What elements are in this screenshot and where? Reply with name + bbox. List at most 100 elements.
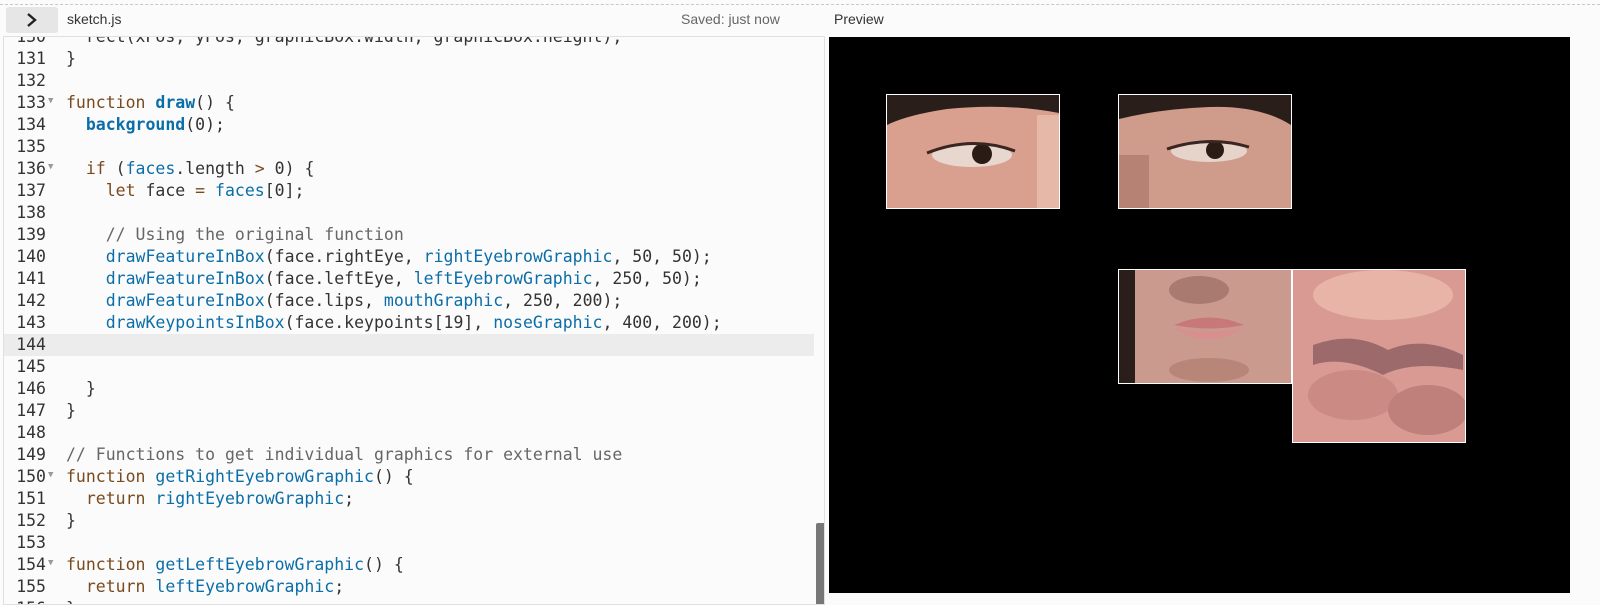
code-line[interactable]: 150 ▼ function getRightEyebrowGraphic() { bbox=[4, 466, 814, 488]
code-token: drawKeypointsInBox bbox=[105, 313, 285, 332]
fold-toggle-icon[interactable]: ▼ bbox=[48, 160, 53, 174]
code-token: (face.keypoints[19], bbox=[284, 313, 494, 332]
code-line[interactable]: 144 bbox=[4, 334, 814, 356]
code-line[interactable]: 154 ▼ function getLeftEyebrowGraphic() { bbox=[4, 554, 814, 576]
code-token: ; bbox=[334, 577, 345, 596]
code-line[interactable]: 155 return leftEyebrowGraphic; bbox=[4, 576, 814, 598]
code-line[interactable]: 132 bbox=[4, 70, 814, 92]
code-text: drawKeypointsInBox(face.keypoints[19], n… bbox=[66, 312, 722, 334]
code-token: // Using the original function bbox=[66, 225, 404, 244]
code-text: drawFeatureInBox(face.leftEye, leftEyebr… bbox=[66, 268, 702, 290]
line-number: 134 bbox=[16, 115, 46, 134]
code-text: function draw() { bbox=[66, 92, 235, 114]
code-token: draw bbox=[155, 93, 196, 112]
code-line[interactable]: 143 drawKeypointsInBox(face.keypoints[19… bbox=[4, 312, 814, 334]
code-text: return leftEyebrowGraphic; bbox=[66, 576, 344, 598]
code-text: function getRightEyebrowGraphic() { bbox=[66, 466, 414, 488]
code-line[interactable]: 146 } bbox=[4, 378, 814, 400]
line-number: 154 bbox=[16, 555, 46, 574]
line-number: 133 bbox=[16, 93, 46, 112]
code-line[interactable]: 152} bbox=[4, 510, 814, 532]
code-token: let bbox=[105, 181, 136, 200]
save-status: Saved: just now bbox=[681, 11, 780, 27]
code-text: } bbox=[66, 598, 76, 604]
code-line[interactable]: 151 return rightEyebrowGraphic; bbox=[4, 488, 814, 510]
code-line[interactable]: 133 ▼ function draw() { bbox=[4, 92, 814, 114]
file-name[interactable]: sketch.js bbox=[67, 11, 121, 27]
line-number: 144 bbox=[16, 335, 46, 354]
code-line[interactable]: 135 bbox=[4, 136, 814, 158]
code-token: > bbox=[254, 159, 265, 178]
code-line[interactable]: 156} bbox=[4, 598, 814, 604]
code-line[interactable]: 137 let face = faces[0]; bbox=[4, 180, 814, 202]
code-token: , 250, 200); bbox=[503, 291, 623, 310]
code-token: rightEyebrowGraphic bbox=[155, 489, 345, 508]
fold-toggle-icon[interactable]: ▼ bbox=[48, 556, 53, 570]
code-token: ; bbox=[344, 489, 355, 508]
right-eye-graphic bbox=[886, 94, 1060, 209]
line-number: 139 bbox=[16, 225, 46, 244]
code-text: } bbox=[66, 48, 76, 70]
code-line[interactable]: 131} bbox=[4, 48, 814, 70]
code-text: // Functions to get individual graphics … bbox=[66, 444, 622, 466]
line-number: 149 bbox=[16, 445, 46, 464]
line-number: 153 bbox=[16, 533, 46, 552]
code-line[interactable]: 134 background(0); bbox=[4, 114, 814, 136]
fold-toggle-icon[interactable]: ▼ bbox=[48, 94, 53, 108]
code-token: // Functions to get individual graphics … bbox=[66, 445, 623, 464]
code-token: (0); bbox=[185, 115, 225, 134]
code-text: drawFeatureInBox(face.rightEye, rightEye… bbox=[66, 246, 712, 268]
code-token: drawFeatureInBox bbox=[105, 291, 265, 310]
code-token: = bbox=[195, 181, 206, 200]
code-text: } bbox=[66, 378, 96, 400]
code-line[interactable]: 147} bbox=[4, 400, 814, 422]
code-token: getRightEyebrowGraphic bbox=[155, 467, 374, 486]
code-line[interactable]: 138 bbox=[4, 202, 814, 224]
code-line[interactable]: 140 drawFeatureInBox(face.rightEye, righ… bbox=[4, 246, 814, 268]
code-line[interactable]: 142 drawFeatureInBox(face.lips, mouthGra… bbox=[4, 290, 814, 312]
code-line[interactable]: 136 ▼ if (faces.length > 0) { bbox=[4, 158, 814, 180]
code-line[interactable]: 139 // Using the original function bbox=[4, 224, 814, 246]
code-text: } bbox=[66, 400, 76, 422]
code-token: } bbox=[66, 49, 76, 68]
code-line[interactable]: 141 drawFeatureInBox(face.leftEye, leftE… bbox=[4, 268, 814, 290]
line-number: 141 bbox=[16, 269, 46, 288]
code-text: return rightEyebrowGraphic; bbox=[66, 488, 354, 510]
code-token: background bbox=[85, 115, 186, 134]
code-token: (face.leftEye, bbox=[264, 269, 414, 288]
code-token: mouthGraphic bbox=[383, 291, 504, 310]
fold-toggle-icon[interactable]: ▼ bbox=[48, 468, 53, 482]
line-number: 130 bbox=[16, 36, 46, 46]
code-token: } bbox=[66, 511, 76, 530]
code-token: face bbox=[135, 181, 196, 200]
code-token: rect(xPos, yPos, graphicBox.width, graph… bbox=[66, 36, 623, 46]
preview-canvas bbox=[829, 37, 1570, 593]
sidebar-toggle-button[interactable] bbox=[6, 7, 58, 33]
code-token: ( bbox=[105, 159, 126, 178]
code-token: , 250, 50); bbox=[592, 269, 702, 288]
line-number: 155 bbox=[16, 577, 46, 596]
code-token: rightEyebrowGraphic bbox=[423, 247, 613, 266]
line-number: 151 bbox=[16, 489, 46, 508]
code-token: , 50, 50); bbox=[612, 247, 712, 266]
line-number: 142 bbox=[16, 291, 46, 310]
code-token: (face.lips, bbox=[264, 291, 384, 310]
editor-scrollbar[interactable] bbox=[816, 523, 824, 604]
code-line[interactable]: 148 bbox=[4, 422, 814, 444]
code-line[interactable]: 145 bbox=[4, 356, 814, 378]
code-token: function bbox=[66, 555, 156, 574]
line-number: 152 bbox=[16, 511, 46, 530]
code-editor[interactable]: 156}155 return leftEyebrowGraphic;154▼fu… bbox=[3, 36, 825, 605]
code-text: drawFeatureInBox(face.lips, mouthGraphic… bbox=[66, 290, 623, 312]
line-number: 143 bbox=[16, 313, 46, 332]
mouth-graphic bbox=[1118, 269, 1292, 384]
code-line[interactable]: 153 bbox=[4, 532, 814, 554]
code-line[interactable]: 130 rect(xPos, yPos, graphicBox.width, g… bbox=[4, 36, 814, 48]
code-line[interactable]: 149 // Functions to get individual graphi… bbox=[4, 444, 814, 466]
code-token: () { bbox=[195, 93, 235, 112]
